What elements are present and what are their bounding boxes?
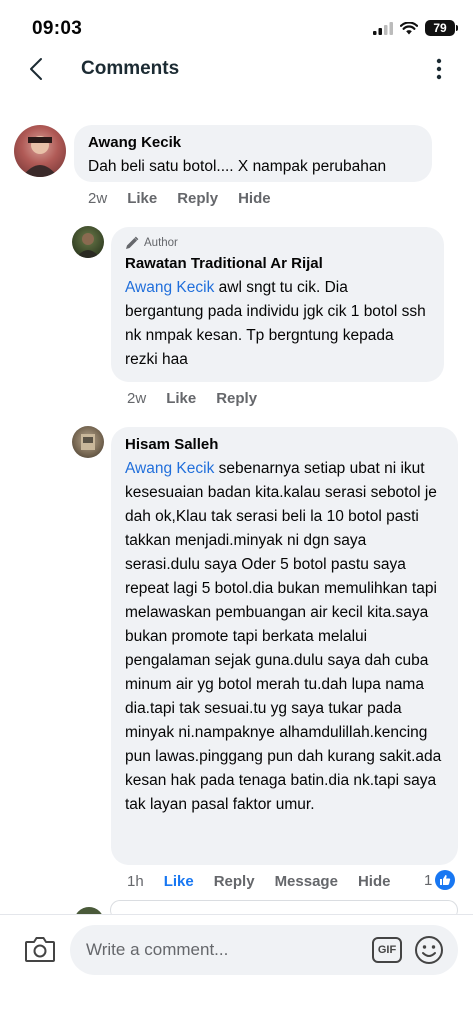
status-time: 09:03	[32, 18, 83, 39]
comment-time: 2w	[88, 190, 108, 207]
comment-author[interactable]: Hisam Salleh	[125, 435, 444, 455]
comment-author[interactable]: Awang Kecik	[88, 133, 418, 153]
like-button[interactable]: Like	[127, 190, 157, 207]
like-button[interactable]: Like	[166, 390, 196, 407]
comment-actions: 1h Like Reply Message Hide	[127, 873, 410, 890]
wifi-icon	[400, 21, 418, 34]
battery-indicator: 79	[425, 20, 458, 36]
comment-actions: 2w Like Reply Hide	[88, 190, 291, 207]
camera-icon[interactable]	[24, 935, 56, 963]
reaction-count-value: 1	[424, 871, 433, 889]
status-icons: 79	[373, 20, 458, 36]
comment-input[interactable]	[86, 925, 366, 975]
header: Comments	[0, 56, 473, 84]
reply-button[interactable]: Reply	[216, 390, 257, 407]
comment-text: Dah beli satu botol.... X nampak perubah…	[88, 158, 387, 175]
back-icon[interactable]	[24, 56, 50, 82]
comment-composer: GIF	[70, 925, 458, 975]
avatar[interactable]	[14, 125, 66, 177]
comment-time: 2w	[127, 390, 147, 407]
comment-author[interactable]: Rawatan Traditional Ar Rijal	[125, 254, 430, 274]
avatar-photo-icon	[22, 136, 58, 177]
comment-actions: 2w Like Reply	[127, 390, 277, 407]
comment-bubble: Awang Kecik Dah beli satu botol.... X na…	[74, 125, 432, 182]
page-title: Comments	[81, 58, 180, 79]
message-button[interactable]: Message	[275, 873, 338, 890]
comment-bubble: Author Rawatan Traditional Ar Rijal Awan…	[111, 227, 444, 382]
comment-composer-area: GIF	[0, 914, 473, 1024]
comment-body: sebenarnya setiap ubat ni ikut kesesuaia…	[125, 460, 442, 813]
author-badge-label: Author	[144, 237, 178, 249]
reply-button[interactable]: Reply	[214, 873, 255, 890]
signal-icon	[373, 21, 393, 35]
gif-button[interactable]: GIF	[372, 937, 402, 963]
comment-text: Awang Kecik sebenarnya setiap ubat ni ik…	[125, 457, 444, 817]
like-icon	[435, 870, 456, 890]
like-button[interactable]: Like	[164, 873, 194, 890]
avatar-photo-icon	[81, 434, 95, 450]
status-bar: 09:03 79	[0, 0, 473, 56]
avatar[interactable]	[72, 226, 104, 258]
pencil-icon	[126, 236, 139, 249]
reply-button[interactable]: Reply	[177, 190, 218, 207]
comment-text: Awang Kecik awl sngt tu cik. Dia bergant…	[125, 276, 430, 372]
comment-time: 1h	[127, 873, 144, 890]
mention-link[interactable]: Awang Kecik	[125, 279, 214, 296]
comment-bubble: Hisam Salleh Awang Kecik sebenarnya seti…	[111, 427, 458, 865]
hide-button[interactable]: Hide	[238, 190, 271, 207]
reaction-count[interactable]: 1	[424, 870, 456, 890]
mention-link[interactable]: Awang Kecik	[125, 460, 214, 477]
avatar[interactable]	[72, 426, 104, 458]
emoji-icon[interactable]	[414, 935, 444, 965]
avatar-photo-icon	[76, 233, 100, 258]
hide-button[interactable]: Hide	[358, 873, 391, 890]
author-badge: Author	[125, 235, 430, 251]
more-icon[interactable]	[433, 58, 445, 80]
